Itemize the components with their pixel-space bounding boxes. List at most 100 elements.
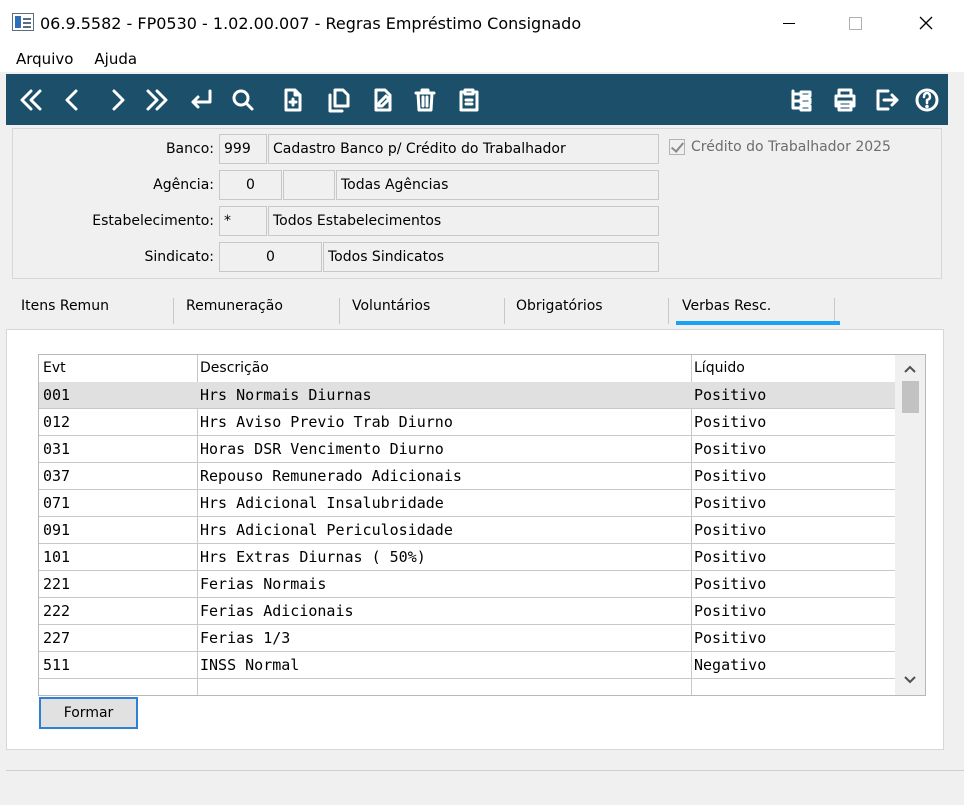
- table-row[interactable]: 031 Horas DSR Vencimento Diurno Positivo: [39, 436, 895, 463]
- first-record-button[interactable]: [14, 83, 48, 117]
- cell-descricao: Repouso Remunerado Adicionais: [200, 467, 462, 485]
- previous-record-button[interactable]: [56, 83, 90, 117]
- sindicato-description-field: Todos Sindicatos: [323, 242, 659, 272]
- table-row[interactable]: 222 Ferias Adicionais Positivo: [39, 598, 895, 625]
- menu-arquivo[interactable]: Arquivo: [16, 50, 73, 68]
- tab-itens-remun[interactable]: Itens Remun: [21, 298, 109, 328]
- banco-description-field: Cadastro Banco p/ Crédito do Trabalhador: [268, 134, 659, 164]
- last-record-button[interactable]: [140, 83, 174, 117]
- paste-record-button[interactable]: [452, 83, 486, 117]
- banco-code-field[interactable]: 999: [219, 134, 267, 164]
- cell-descricao: Hrs Normais Diurnas: [200, 386, 372, 404]
- help-icon: [915, 88, 939, 112]
- tab-separator: [339, 298, 340, 324]
- cell-evt: 222: [43, 602, 71, 620]
- scroll-down-icon[interactable]: [903, 673, 917, 687]
- table-row[interactable]: 012 Hrs Aviso Previo Trab Diurno Positiv…: [39, 409, 895, 436]
- tab-remuneracao[interactable]: Remuneração: [186, 298, 283, 328]
- tab-voluntarios[interactable]: Voluntários: [352, 298, 430, 328]
- table-row[interactable]: 511 INSS Normal Negativo: [39, 652, 895, 679]
- credito-trabalhador-label: Crédito do Trabalhador 2025: [691, 139, 891, 155]
- cell-liquido: Positivo: [694, 575, 767, 593]
- table-row[interactable]: 001 Hrs Normais Diurnas Positivo: [39, 382, 895, 409]
- help-button[interactable]: [910, 83, 944, 117]
- cell-evt: 511: [43, 656, 71, 674]
- print-icon: [834, 88, 856, 112]
- estabelecimento-code-field[interactable]: *: [219, 206, 267, 236]
- cell-liquido: Positivo: [694, 386, 767, 404]
- scroll-thumb[interactable]: [902, 381, 919, 413]
- estabelecimento-label: Estabelecimento:: [92, 213, 214, 229]
- table-row[interactable]: 071 Hrs Adicional Insalubridade Positivo: [39, 490, 895, 517]
- next-record-button[interactable]: [100, 83, 134, 117]
- edit-record-button[interactable]: [366, 83, 400, 117]
- cell-descricao: Ferias Normais: [200, 575, 327, 593]
- scroll-up-icon[interactable]: [903, 362, 917, 376]
- return-icon: [191, 89, 212, 109]
- cell-liquido: Positivo: [694, 629, 767, 647]
- delete-icon: [414, 88, 436, 112]
- cell-liquido: Positivo: [694, 602, 767, 620]
- close-button[interactable]: [903, 0, 949, 46]
- sindicato-code-field[interactable]: 0: [219, 242, 322, 272]
- first-icon: [20, 89, 42, 111]
- cell-descricao: Horas DSR Vencimento Diurno: [200, 440, 444, 458]
- return-button[interactable]: [184, 83, 218, 117]
- grid-header: Evt Descrição Líquido: [39, 355, 895, 382]
- search-icon: [232, 89, 254, 111]
- tab-separator: [504, 298, 505, 324]
- table-row[interactable]: 101 Hrs Extras Diurnas ( 50%) Positivo: [39, 544, 895, 571]
- table-row[interactable]: 091 Hrs Adicional Periculosidade Positiv…: [39, 517, 895, 544]
- col-header-liquido[interactable]: Líquido: [694, 360, 745, 376]
- checkbox-checked-icon: [669, 139, 685, 155]
- search-button[interactable]: [226, 83, 260, 117]
- table-row[interactable]: 221 Ferias Normais Positivo: [39, 571, 895, 598]
- cell-descricao: Hrs Extras Diurnas ( 50%): [200, 548, 426, 566]
- new-record-button[interactable]: [276, 83, 310, 117]
- table-row[interactable]: 227 Ferias 1/3 Positivo: [39, 625, 895, 652]
- formar-button[interactable]: Formar: [39, 697, 138, 729]
- credito-trabalhador-checkbox[interactable]: Crédito do Trabalhador 2025: [669, 139, 891, 155]
- exit-icon: [876, 89, 899, 111]
- maximize-button[interactable]: [832, 0, 878, 46]
- cell-evt: 037: [43, 467, 71, 485]
- agencia-extra-field[interactable]: [283, 170, 335, 200]
- next-icon: [112, 89, 125, 111]
- tab-obrigatorios[interactable]: Obrigatórios: [516, 298, 603, 328]
- exit-button[interactable]: [870, 83, 904, 117]
- cell-descricao: Hrs Adicional Periculosidade: [200, 521, 453, 539]
- print-button[interactable]: [828, 83, 862, 117]
- agencia-description-field: Todas Agências: [336, 170, 659, 200]
- col-header-descricao[interactable]: Descrição: [200, 360, 269, 376]
- agencia-code-field[interactable]: 0: [219, 170, 282, 200]
- menu-bar: Arquivo Ajuda: [0, 46, 964, 72]
- cell-evt: 101: [43, 548, 71, 566]
- last-icon: [146, 89, 168, 111]
- delete-record-button[interactable]: [408, 83, 442, 117]
- title-bar: 06.9.5582 - FP0530 - 1.02.00.007 - Regra…: [0, 0, 964, 46]
- verbas-grid: Evt Descrição Líquido 001 Hrs Normais Di…: [38, 354, 926, 696]
- cell-evt: 001: [43, 386, 71, 404]
- tree-icon: [791, 89, 812, 112]
- cell-liquido: Positivo: [694, 548, 767, 566]
- cell-evt: 031: [43, 440, 71, 458]
- tree-view-button[interactable]: [784, 83, 818, 117]
- previous-icon: [65, 89, 78, 111]
- tab-separator: [668, 298, 669, 324]
- grid-scrollbar[interactable]: [895, 355, 925, 695]
- menu-ajuda[interactable]: Ajuda: [94, 50, 137, 68]
- minimize-button[interactable]: [766, 0, 812, 46]
- toolbar: [6, 74, 948, 125]
- paste-document-icon: [459, 88, 479, 112]
- table-row[interactable]: [39, 679, 895, 695]
- copy-document-icon: [328, 88, 350, 113]
- col-header-evt[interactable]: Evt: [43, 360, 66, 376]
- table-row[interactable]: 037 Repouso Remunerado Adicionais Positi…: [39, 463, 895, 490]
- cell-liquido: Positivo: [694, 413, 767, 431]
- close-icon: [919, 16, 933, 30]
- edit-document-icon: [374, 88, 392, 112]
- copy-record-button[interactable]: [322, 83, 356, 117]
- estabelecimento-description-field: Todos Estabelecimentos: [268, 206, 659, 236]
- sindicato-label: Sindicato:: [144, 249, 214, 265]
- active-tab-indicator: [676, 321, 840, 325]
